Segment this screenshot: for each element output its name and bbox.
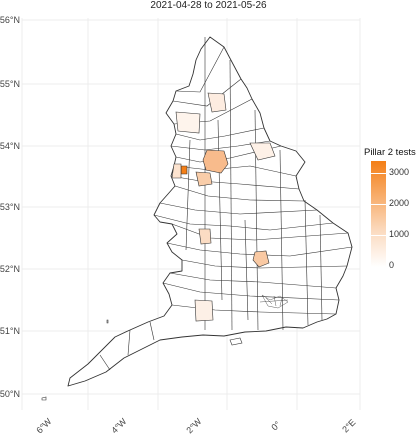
- island-wight: [229, 337, 243, 346]
- y-tick-label: 55°N: [0, 79, 20, 89]
- legend-tick-label: 2000: [389, 198, 410, 208]
- x-tick-label: 2°W: [184, 416, 204, 436]
- x-tick-label: 4°W: [109, 416, 129, 436]
- legend-tick-mark: [371, 204, 386, 205]
- y-tick-label: 53°N: [0, 202, 20, 212]
- x-tick-label: 0°: [269, 419, 282, 432]
- y-tick-label: 51°N: [0, 326, 20, 336]
- island-lundy: [106, 319, 109, 324]
- x-axis: 6°W 4°W 2°W 0° 2°E: [34, 416, 357, 436]
- legend-tick-mark: [371, 173, 386, 174]
- region-cumbria: [175, 111, 201, 134]
- legend: Pillar 2 tests 3000 2000 1000 0: [364, 147, 416, 270]
- y-tick-label: 50°N: [0, 389, 20, 399]
- island-scilly: [41, 396, 47, 401]
- y-tick-label: 54°N: [0, 141, 20, 151]
- legend-tick-mark: [371, 235, 386, 236]
- region-north-west-high: [180, 165, 188, 175]
- legend-tick-label: 3000: [389, 167, 410, 177]
- legend-colorbar: [371, 161, 386, 267]
- region-midlands-west: [198, 228, 212, 245]
- legend-tick-label: 1000: [389, 229, 410, 239]
- legend-tick-label: 0: [389, 260, 395, 270]
- x-tick-label: 2°E: [340, 417, 357, 434]
- y-axis: 56°N 55°N 54°N 53°N 52°N 51°N 50°N: [0, 15, 20, 399]
- region-lancashire: [171, 163, 182, 179]
- region-yorkshire-b: [195, 171, 213, 187]
- y-tick-label: 56°N: [0, 15, 20, 25]
- region-southwest-a: [194, 299, 214, 322]
- map-figure: 56°N 55°N 54°N 53°N 52°N 51°N 50°N 6°W 4…: [0, 15, 361, 436]
- map-title: 2021-04-28 to 2021-05-26: [150, 0, 267, 11]
- y-tick-label: 52°N: [0, 264, 20, 274]
- legend-title: Pillar 2 tests: [364, 147, 416, 158]
- x-tick-label: 6°W: [34, 416, 54, 436]
